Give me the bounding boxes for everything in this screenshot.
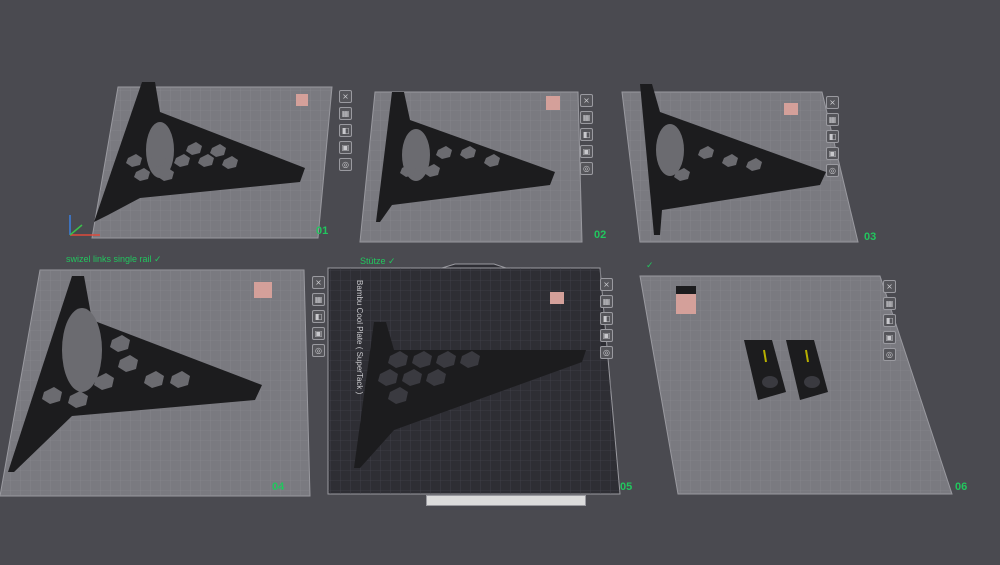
close-icon[interactable]: × [883, 280, 896, 293]
lock-icon[interactable]: ▣ [339, 141, 352, 154]
block-part[interactable] [296, 94, 308, 106]
3d-viewport[interactable]: swizel links single rail ✓ Stütze ✓ ✓ 01… [0, 0, 1000, 565]
plate-tools-03: × ▦ ◧ ▣ ◎ [826, 96, 839, 177]
plate-number-02: 02 [594, 229, 607, 241]
build-plate-04[interactable] [0, 269, 311, 497]
settings-icon[interactable]: ◎ [826, 164, 839, 177]
settings-icon[interactable]: ◎ [883, 348, 896, 361]
plate-number-06: 06 [955, 481, 968, 493]
plate-tools-02: × ▦ ◧ ▣ ◎ [580, 94, 593, 175]
settings-icon[interactable]: ◎ [600, 346, 613, 359]
plate-number-01: 01 [316, 225, 329, 237]
plate-tools-04: × ▦ ◧ ▣ ◎ [312, 276, 325, 357]
plate-tools-01: × ▦ ◧ ▣ ◎ [339, 90, 352, 171]
lock-icon[interactable]: ▣ [600, 329, 613, 342]
plate-title-04[interactable]: swizel links single rail ✓ [66, 254, 162, 265]
orient-icon[interactable]: ◧ [312, 310, 325, 323]
settings-icon[interactable]: ◎ [312, 344, 325, 357]
build-plate-05[interactable] [327, 263, 621, 495]
arrange-icon[interactable]: ▦ [580, 111, 593, 124]
close-icon[interactable]: × [600, 278, 613, 291]
lock-icon[interactable]: ▣ [580, 145, 593, 158]
plate-number-04: 04 [272, 481, 285, 493]
settings-icon[interactable]: ◎ [339, 158, 352, 171]
orient-icon[interactable]: ◧ [600, 312, 613, 325]
plate-number-05: 05 [620, 481, 633, 493]
plate-status-bar [426, 495, 586, 506]
close-icon[interactable]: × [826, 96, 839, 109]
lock-icon[interactable]: ▣ [883, 331, 896, 344]
plate-title-06[interactable]: ✓ [646, 260, 654, 271]
close-icon[interactable]: × [312, 276, 325, 289]
orient-icon[interactable]: ◧ [883, 314, 896, 327]
scene-canvas[interactable] [0, 0, 1000, 565]
settings-icon[interactable]: ◎ [580, 162, 593, 175]
plate-title-05[interactable]: Stütze ✓ [360, 256, 396, 267]
build-plate-01[interactable] [69, 82, 333, 239]
arrange-icon[interactable]: ▦ [826, 113, 839, 126]
arrange-icon[interactable]: ▦ [883, 297, 896, 310]
plate-tools-05: × ▦ ◧ ▣ ◎ [600, 278, 613, 359]
plate-tools-06: × ▦ ◧ ▣ ◎ [883, 280, 896, 361]
arrange-icon[interactable]: ▦ [312, 293, 325, 306]
lock-icon[interactable]: ▣ [312, 327, 325, 340]
close-icon[interactable]: × [580, 94, 593, 107]
orient-icon[interactable]: ◧ [339, 124, 352, 137]
arrange-icon[interactable]: ▦ [600, 295, 613, 308]
build-plate-03[interactable] [621, 84, 859, 243]
lock-icon[interactable]: ▣ [826, 147, 839, 160]
orient-icon[interactable]: ◧ [826, 130, 839, 143]
arrange-icon[interactable]: ▦ [339, 107, 352, 120]
build-plate-02[interactable] [359, 91, 583, 243]
close-icon[interactable]: × [339, 90, 352, 103]
bed-type-label: Bambu Cool Plate ( SuperTack ) [355, 280, 364, 395]
plate-number-03: 03 [864, 231, 877, 243]
build-plate-06[interactable] [639, 275, 953, 495]
orient-icon[interactable]: ◧ [580, 128, 593, 141]
